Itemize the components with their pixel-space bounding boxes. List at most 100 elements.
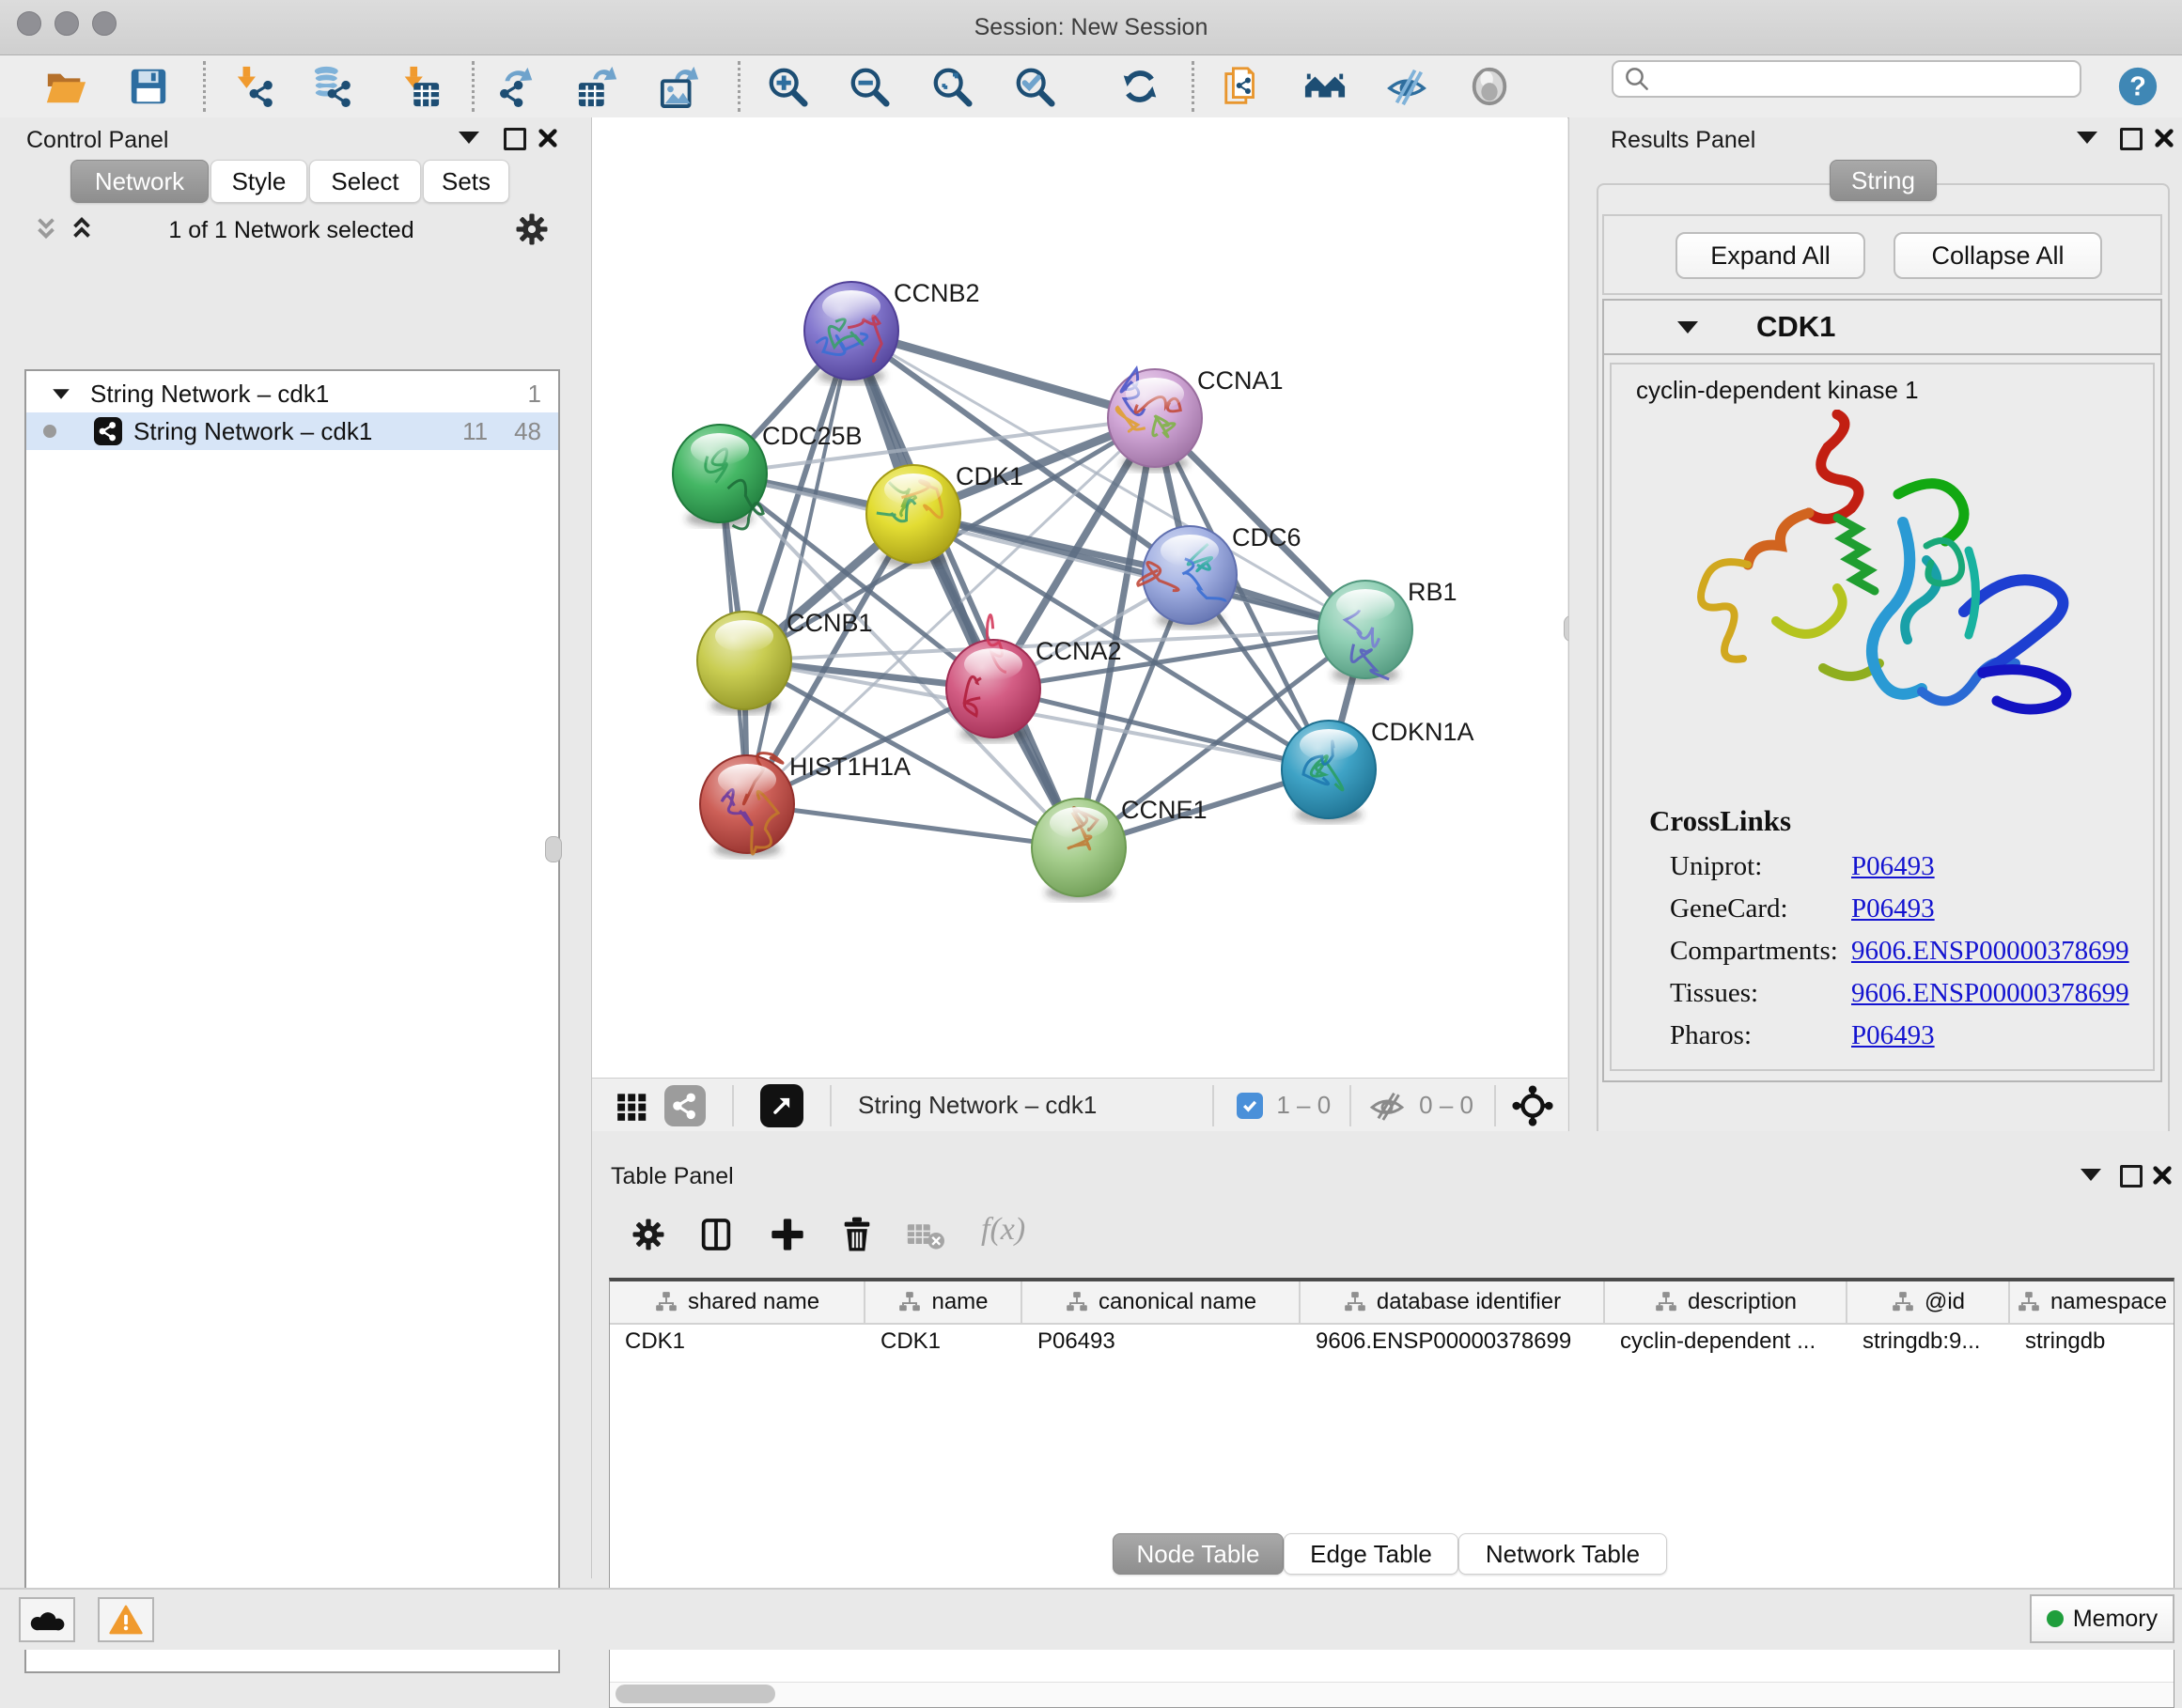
crosslink-label: Tissues: [1670,972,1838,1015]
import-network-file-icon[interactable] [233,65,276,108]
crosslink-label: Uniprot: [1670,846,1838,888]
tab-network[interactable]: Network [70,160,209,203]
show-columns-icon[interactable] [697,1216,735,1258]
float-panel-icon[interactable] [504,128,526,150]
close-panel-icon[interactable] [2152,1165,2173,1190]
selected-checkbox-icon[interactable] [1237,1093,1263,1119]
export-image-icon[interactable] [659,65,702,108]
open-view-arrow-icon[interactable] [760,1084,803,1127]
starter-panel-icon[interactable] [1303,65,1347,108]
table-panel: Table Panel f(x) shared name name canoni… [592,1131,2182,1578]
hide-selected-eye-icon[interactable] [1385,65,1428,108]
delete-table-icon[interactable] [906,1221,945,1256]
pan-crosshair-icon[interactable] [1511,1084,1554,1127]
network-node-cdkn1a[interactable]: CDKN1A [1282,718,1474,823]
zoom-out-icon[interactable] [848,65,891,108]
zoom-in-icon[interactable] [766,65,809,108]
save-session-icon[interactable] [127,65,170,108]
panel-splitter-handle[interactable] [545,836,562,862]
panel-menu-icon[interactable] [459,132,479,144]
expand-all-button[interactable]: Expand All [1675,232,1865,279]
cell-namespace: stringdb [2010,1328,2174,1355]
column-header[interactable]: description [1605,1281,1847,1323]
hidden-eye-slash-icon[interactable] [1368,1087,1406,1125]
export-table-icon[interactable] [577,65,620,108]
control-panel: Control Panel Network Style Select Sets … [0,117,592,1578]
birds-eye-grid-icon[interactable] [615,1088,650,1124]
tab-sets[interactable]: Sets [423,160,509,203]
network-node-ccne1[interactable]: CCNE1 [1032,796,1208,901]
column-header[interactable]: database identifier [1301,1281,1605,1323]
cloud-button[interactable] [19,1597,75,1642]
tab-select[interactable]: Select [309,160,421,203]
column-header[interactable]: namespace [2010,1281,2174,1323]
uniprot-link[interactable]: P06493 [1851,851,1935,881]
table-settings-gear-icon[interactable] [631,1218,665,1251]
panel-menu-icon[interactable] [2081,1169,2101,1181]
export-network-icon[interactable] [494,65,538,108]
table-header-row: shared name name canonical name database… [610,1281,2174,1325]
pharos-link[interactable]: P06493 [1851,1020,1935,1050]
close-panel-icon[interactable] [538,128,558,153]
column-header[interactable]: canonical name [1022,1281,1301,1323]
crosslinks-heading: CrossLinks [1649,804,1791,838]
network-node-cdk1[interactable]: CDK1 [866,462,1023,567]
zoom-fit-icon[interactable] [930,65,974,108]
collapse-section-icon[interactable] [1677,321,1698,334]
close-panel-icon[interactable] [2154,128,2174,153]
float-panel-icon[interactable] [2120,128,2143,150]
search-input[interactable] [1651,65,2059,93]
open-in-cytoscape-web-icon[interactable] [1221,65,1264,108]
network-collection-row[interactable]: String Network – cdk1 1 [26,371,558,412]
tab-edge-table[interactable]: Edge Table [1284,1533,1458,1575]
zoom-selected-icon[interactable] [1013,65,1056,108]
help-icon[interactable]: ? [2116,65,2159,108]
genecard-link[interactable]: P06493 [1851,893,1935,924]
function-builder-icon[interactable]: f(x) [981,1212,1025,1248]
import-table-file-icon[interactable] [397,65,441,108]
refresh-view-icon[interactable] [1118,65,1161,108]
delete-column-trash-icon[interactable] [838,1216,876,1258]
warning-icon [109,1605,143,1635]
tab-node-table[interactable]: Node Table [1113,1533,1284,1575]
tissues-link[interactable]: 9606.ENSP00000378699 [1851,978,2129,1008]
show-all-eye-icon[interactable] [1468,65,1511,108]
protein-card-header[interactable]: CDK1 [1604,301,2160,355]
expand-collapse-bar: Expand All Collapse All [1602,214,2162,295]
tab-style[interactable]: Style [210,160,307,203]
column-header[interactable]: name [865,1281,1022,1323]
column-header[interactable]: shared name [610,1281,865,1323]
network-node-cdc6[interactable]: CDC6 [1138,523,1301,629]
network-row-selected[interactable]: String Network – cdk1 11 48 [26,412,558,450]
network-node-ccnb2[interactable]: CCNB2 [804,279,980,384]
float-panel-icon[interactable] [2120,1165,2143,1188]
collection-expand-icon[interactable] [53,389,70,398]
scrollbar-thumb[interactable] [616,1685,775,1703]
compartments-link[interactable]: 9606.ENSP00000378699 [1851,936,2129,966]
toolbar-search-field[interactable] [1612,60,2081,98]
collapse-all-button[interactable]: Collapse All [1894,232,2102,279]
network-node-count: 11 [462,417,488,446]
node-label-ccnb2: CCNB2 [894,279,980,307]
string-network-graph[interactable]: CCNB2CCNA1CDC25BCDK1CDC6RB1CCNB1CCNA2CDK… [592,117,1567,1078]
hidden-count: 0 – 0 [1419,1091,1473,1120]
protein-card-body: cyclin-dependent kinase 1 [1610,363,2155,1071]
memory-button[interactable]: Memory [2030,1594,2174,1643]
tab-network-table[interactable]: Network Table [1458,1533,1667,1575]
column-header[interactable]: @id [1847,1281,2010,1323]
network-badge-share-icon[interactable] [664,1085,706,1126]
warnings-button[interactable] [98,1597,154,1642]
open-session-icon[interactable] [44,65,87,108]
network-node-hist1h1a[interactable]: HIST1H1A [700,753,911,858]
horizontal-scrollbar[interactable] [610,1682,2174,1707]
table-row[interactable]: CDK1 CDK1 P06493 9606.ENSP00000378699 cy… [610,1325,2174,1359]
network-node-rb1[interactable]: RB1 [1318,578,1457,683]
tab-string-results[interactable]: String [1830,160,1937,201]
network-options-gear-icon[interactable] [515,212,549,246]
add-column-icon[interactable] [769,1216,806,1258]
crosslinks-values: P06493 P06493 9606.ENSP00000378699 9606.… [1851,846,2129,1057]
import-network-database-icon[interactable] [311,65,354,108]
panel-menu-icon[interactable] [2077,132,2097,144]
network-view-canvas[interactable]: CCNB2CCNA1CDC25BCDK1CDC6RB1CCNB1CCNA2CDK… [592,117,1567,1078]
results-panel-title: Results Panel [1611,127,1755,154]
